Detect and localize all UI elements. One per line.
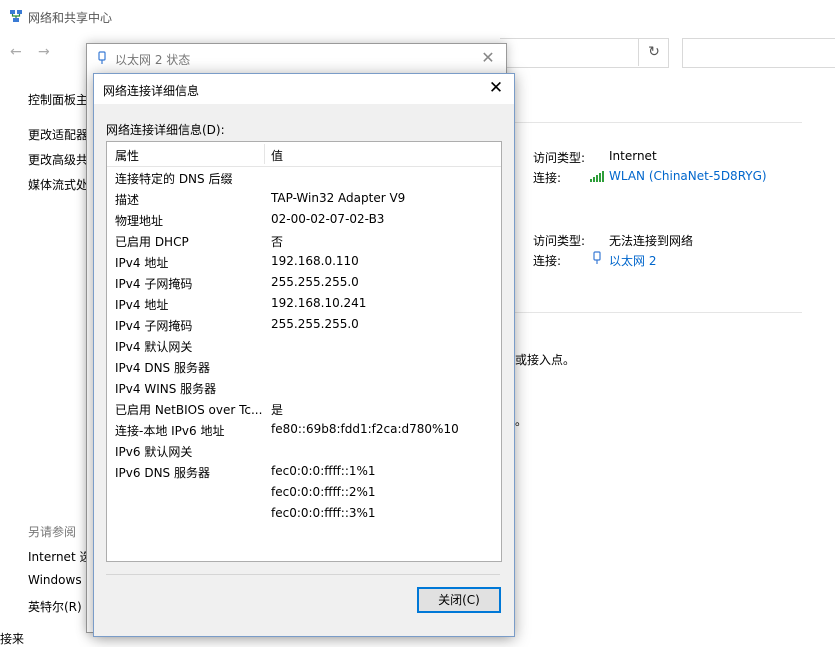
table-row[interactable]: IPv4 子网掩码 255.255.255.0 (107, 272, 501, 293)
back-arrow-icon[interactable]: ← (10, 44, 22, 60)
table-row[interactable]: 已启用 NetBIOS over Tc... 是 (107, 398, 501, 419)
connection-details-dialog: 网络连接详细信息 ✕ 网络连接详细信息(D): 属性 值 连接特定的 DNS 后… (93, 73, 515, 637)
row-value: 255.255.255.0 (271, 275, 359, 289)
network-center-icon (10, 10, 22, 22)
list-rows: 连接特定的 DNS 后缀 描述 TAP-Win32 Adapter V9 物理地址 02… (107, 167, 501, 524)
row-value: fec0:0:0:ffff::3%1 (271, 506, 376, 520)
table-row[interactable]: IPv4 WINS 服务器 (107, 377, 501, 398)
wlan-connection-link[interactable]: WLAN (ChinaNet-5D8RYG) (609, 169, 767, 183)
table-row[interactable]: IPv4 DNS 服务器 (107, 356, 501, 377)
table-row[interactable]: IPv6 DNS 服务器 fec0:0:0:ffff::1%1 (107, 461, 501, 482)
close-icon[interactable]: ✕ (486, 78, 506, 98)
row-value: 255.255.255.0 (271, 317, 359, 331)
row-property: IPv4 地址 (115, 298, 169, 312)
row-value: fe80::69b8:fdd1:f2ca:d780%10 (271, 422, 459, 436)
ethernet-icon (593, 251, 601, 264)
sidebar-item-change-adapter[interactable]: 更改适配器 (28, 126, 88, 143)
row-property: IPv6 默认网关 (115, 445, 193, 459)
row-value: 否 (271, 235, 284, 249)
row-property: IPv4 子网掩码 (115, 277, 193, 291)
row-property: IPv4 地址 (115, 256, 169, 270)
table-row[interactable]: 连接-本地 IPv6 地址 fe80::69b8:fdd1:f2ca:d780%1… (107, 419, 501, 440)
see-also-internet-options[interactable]: Internet 选 (28, 548, 91, 565)
window-titlebar: 网络和共享中心 (0, 0, 835, 33)
forward-arrow-icon[interactable]: → (38, 44, 50, 60)
table-row[interactable]: IPv4 地址 192.168.0.110 (107, 251, 501, 272)
row-property: IPv4 DNS 服务器 (115, 361, 210, 375)
table-row[interactable]: IPv4 子网掩码 255.255.255.0 (107, 314, 501, 335)
row-property: 连接特定的 DNS 后缀 (115, 172, 233, 186)
details-list-label: 网络连接详细信息(D): (106, 123, 225, 137)
close-icon[interactable]: ✕ (479, 48, 497, 67)
see-also-intel[interactable]: 英特尔(R) (28, 598, 82, 615)
cut-off-text: 接来 (0, 632, 25, 646)
row-value: 是 (271, 403, 284, 417)
row-property: 连接-本地 IPv6 地址 (115, 424, 225, 438)
row-value: 192.168.0.110 (271, 254, 359, 268)
close-button[interactable]: 关闭(C) (417, 587, 501, 613)
sidebar-item-media-streaming[interactable]: 媒体流式处 (28, 176, 88, 193)
row-value: fec0:0:0:ffff::2%1 (271, 485, 376, 499)
row-property: IPv4 子网掩码 (115, 319, 193, 333)
setup-connection-text: 或接入点。 (515, 353, 576, 367)
row-value: 192.168.10.241 (271, 296, 367, 310)
table-row[interactable]: fec0:0:0:ffff::2%1 (107, 482, 501, 503)
connection-label-2: 连接: (533, 254, 562, 268)
table-row[interactable]: IPv4 默认网关 (107, 335, 501, 356)
see-also-windows-firewall[interactable]: Windows (28, 573, 82, 587)
row-property: IPv4 WINS 服务器 (115, 382, 217, 396)
wifi-signal-icon (590, 171, 604, 182)
access-type-value-2: 无法连接到网络 (609, 234, 694, 248)
row-property: 已启用 NetBIOS over Tc... (115, 403, 263, 417)
connection-label: 连接: (533, 171, 562, 185)
access-type-value: Internet (609, 149, 657, 163)
list-header: 属性 值 (107, 142, 501, 167)
status-dialog-title: 以太网 2 状态 (115, 53, 191, 67)
sidebar-item-advanced-sharing[interactable]: 更改高级共 (28, 151, 88, 168)
row-property: 已启用 DHCP (115, 235, 189, 249)
table-row[interactable]: 描述 TAP-Win32 Adapter V9 (107, 188, 501, 209)
details-dialog-title: 网络连接详细信息 (103, 84, 200, 98)
table-row[interactable]: 连接特定的 DNS 后缀 (107, 167, 501, 188)
ethernet-icon (98, 51, 106, 64)
table-row[interactable]: 物理地址 02-00-02-07-02-B3 (107, 209, 501, 230)
table-row[interactable]: IPv4 地址 192.168.10.241 (107, 293, 501, 314)
ethernet-connection-link[interactable]: 以太网 2 (609, 252, 656, 269)
dialog-titlebar: 网络连接详细信息 ✕ (94, 74, 514, 104)
sidebar-item-control-panel-home[interactable]: 控制面板主 (28, 91, 88, 108)
row-property: IPv6 DNS 服务器 (115, 466, 210, 480)
access-type-label-2: 访问类型: (533, 234, 586, 248)
details-list[interactable]: 属性 值 连接特定的 DNS 后缀 描述 TAP-Win32 Adapter V9 物… (106, 141, 502, 562)
column-header-value[interactable]: 值 (271, 147, 283, 164)
refresh-icon[interactable]: ↻ (638, 38, 669, 66)
table-row[interactable]: fec0:0:0:ffff::3%1 (107, 503, 501, 524)
column-header-property[interactable]: 属性 (115, 147, 139, 164)
row-value: TAP-Win32 Adapter V9 (271, 191, 406, 205)
troubleshoot-text: 。 (515, 414, 528, 428)
table-row[interactable]: IPv6 默认网关 (107, 440, 501, 461)
row-value: fec0:0:0:ffff::1%1 (271, 464, 376, 478)
row-property: 描述 (115, 193, 140, 207)
divider (515, 312, 802, 313)
column-separator[interactable] (264, 144, 265, 164)
search-input[interactable] (682, 38, 835, 68)
row-property: 物理地址 (115, 214, 164, 228)
divider (106, 574, 500, 575)
window-title: 网络和共享中心 (28, 11, 113, 25)
divider (515, 122, 802, 123)
access-type-label: 访问类型: (533, 151, 586, 165)
row-property: IPv4 默认网关 (115, 340, 193, 354)
see-also-heading: 另请参阅 (28, 525, 77, 539)
row-value: 02-00-02-07-02-B3 (271, 212, 385, 226)
table-row[interactable]: 已启用 DHCP 否 (107, 230, 501, 251)
